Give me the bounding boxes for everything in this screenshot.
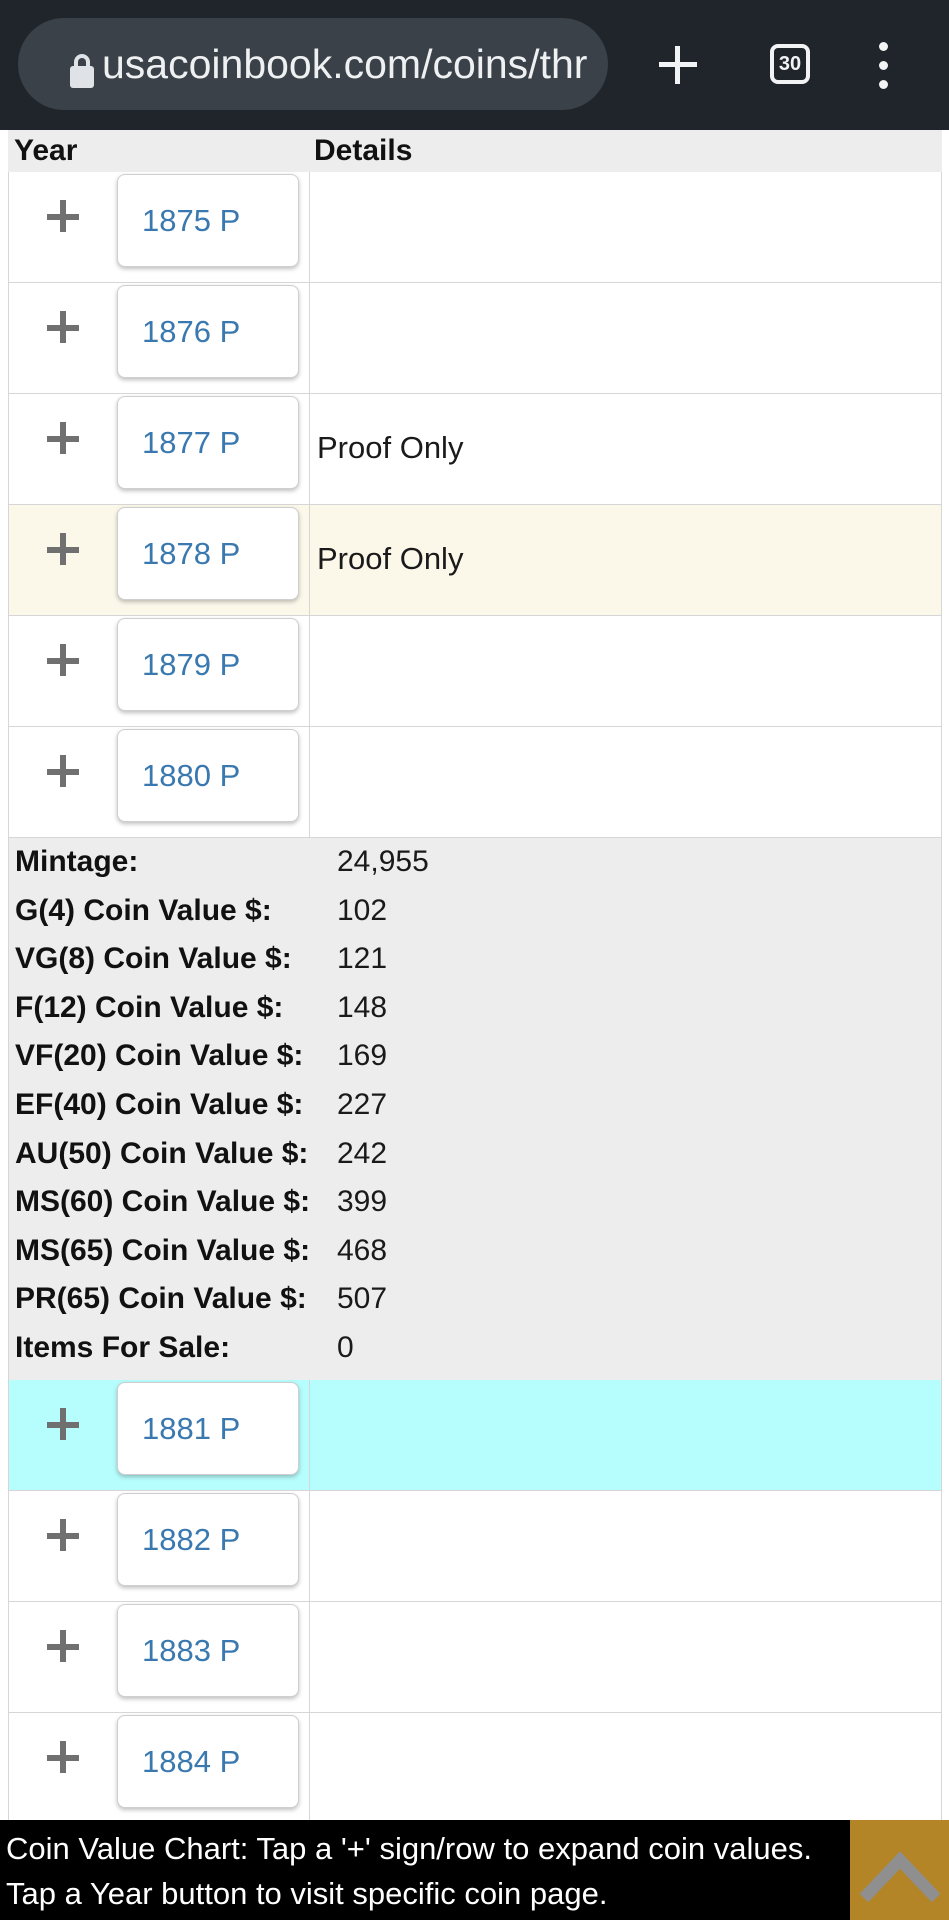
detail-line: VF(20) Coin Value $: 169 [9,1032,941,1081]
detail-line: VG(8) Coin Value $: 121 [9,935,941,984]
table-row[interactable]: 1879 P [8,616,942,727]
expand-plus-icon[interactable] [47,1519,81,1553]
year-button[interactable]: 1880 P [117,729,299,822]
table-row[interactable]: 1880 P [8,727,942,838]
year-button[interactable]: 1877 P [117,396,299,489]
detail-line: MS(65) Coin Value $: 468 [9,1227,941,1276]
table-row[interactable]: 1876 P [8,283,942,394]
detail-label: MS(65) Coin Value $: [15,1233,311,1267]
detail-value: 468 [337,1233,388,1267]
detail-line: AU(50) Coin Value $: 242 [9,1130,941,1179]
detail-label: AU(50) Coin Value $: [15,1136,309,1170]
detail-value: 0 [337,1330,354,1364]
detail-label: G(4) Coin Value $: [15,893,272,927]
detail-label: VF(20) Coin Value $: [15,1039,304,1073]
detail-line: EF(40) Coin Value $: 227 [9,1081,941,1130]
coin-value-table: Year Details 1875 P 1876 P 1877 P Proof … [8,130,942,1820]
detail-value: 242 [337,1136,388,1170]
back-to-top-button[interactable] [850,1820,949,1920]
table-header: Year Details [8,130,942,172]
table-row[interactable]: 1877 P Proof Only [8,394,942,505]
table-row[interactable]: 1881 P [8,1380,942,1491]
year-button[interactable]: 1884 P [117,1715,299,1808]
column-header-year: Year [14,134,78,167]
expand-plus-icon[interactable] [47,1741,81,1775]
expand-plus-icon[interactable] [47,1630,81,1664]
detail-line: F(12) Coin Value $: 148 [9,984,941,1033]
expand-plus-icon[interactable] [47,533,81,567]
instruction-line-2: Tap a Year button to visit specific coin… [6,1876,608,1911]
year-button[interactable]: 1876 P [117,285,299,378]
expanded-coin-values: Mintage: 24,955 G(4) Coin Value $: 102 V… [8,838,942,1380]
instruction-line-1: Coin Value Chart: Tap a '+' sign/row to … [6,1831,812,1866]
table-row[interactable]: 1883 P [8,1602,942,1713]
year-button[interactable]: 1879 P [117,618,299,711]
detail-label: F(12) Coin Value $: [15,990,284,1024]
year-button[interactable]: 1883 P [117,1604,299,1697]
new-tab-icon[interactable] [655,24,709,104]
tab-switcher-button[interactable]: 30 [770,44,810,84]
year-button[interactable]: 1875 P [117,174,299,267]
expand-plus-icon[interactable] [47,422,81,456]
detail-line: Mintage: 24,955 [9,838,941,887]
table-row[interactable]: 1875 P [8,172,942,283]
expand-plus-icon[interactable] [47,311,81,345]
detail-label: VG(8) Coin Value $: [15,942,292,976]
detail-value: 227 [337,1087,388,1121]
year-button[interactable]: 1881 P [117,1382,299,1475]
detail-value: 169 [337,1039,388,1073]
url-text[interactable]: usacoinbook.com/coins/thr [102,38,602,90]
instruction-text: Coin Value Chart: Tap a '+' sign/row to … [6,1826,846,1916]
lock-icon [70,54,94,88]
instruction-banner: Coin Value Chart: Tap a '+' sign/row to … [0,1820,949,1920]
expand-plus-icon[interactable] [47,200,81,234]
detail-value: 24,955 [337,845,429,878]
expand-plus-icon[interactable] [47,644,81,678]
chevron-up-icon [859,1851,941,1903]
detail-line: G(4) Coin Value $: 102 [9,887,941,936]
year-button[interactable]: 1882 P [117,1493,299,1586]
detail-label: Mintage: [15,845,139,878]
column-header-details: Details [314,134,413,167]
table-row[interactable]: 1882 P [8,1491,942,1602]
detail-label: Items For Sale: [15,1330,231,1364]
address-bar[interactable]: usacoinbook.com/coins/thr [18,18,608,110]
browser-toolbar: usacoinbook.com/coins/thr 30 [0,0,949,130]
detail-value: 102 [337,893,388,927]
detail-line: PR(65) Coin Value $: 507 [9,1275,941,1324]
detail-value: 507 [337,1282,388,1316]
detail-value: 148 [337,990,388,1024]
row-details: Proof Only [317,541,464,576]
table-row[interactable]: 1878 P Proof Only [8,505,942,616]
table-row[interactable]: 1884 P [8,1713,942,1820]
detail-label: PR(65) Coin Value $: [15,1282,307,1316]
more-menu-icon[interactable] [868,40,900,90]
detail-line: Items For Sale: 0 [9,1324,941,1373]
detail-value: 121 [337,942,388,976]
row-details: Proof Only [317,430,464,465]
expand-plus-icon[interactable] [47,755,81,789]
detail-label: EF(40) Coin Value $: [15,1087,304,1121]
detail-label: MS(60) Coin Value $: [15,1185,311,1219]
expand-plus-icon[interactable] [47,1408,81,1442]
year-button[interactable]: 1878 P [117,507,299,600]
detail-value: 399 [337,1185,388,1219]
detail-line: MS(60) Coin Value $: 399 [9,1178,941,1227]
